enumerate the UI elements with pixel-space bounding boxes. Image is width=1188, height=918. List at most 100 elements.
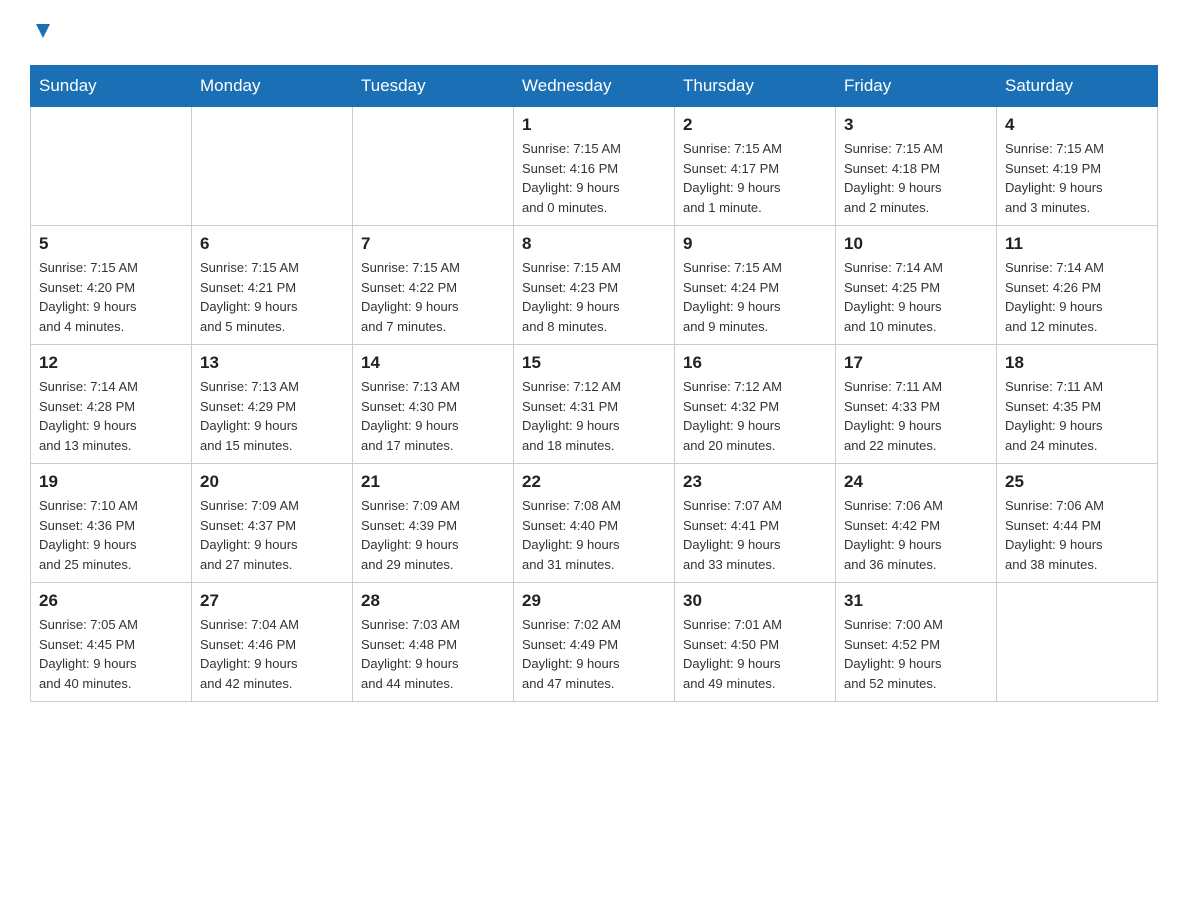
calendar-day-21: 21Sunrise: 7:09 AM Sunset: 4:39 PM Dayli… [353,464,514,583]
day-number: 19 [39,472,183,492]
calendar-week-2: 5Sunrise: 7:15 AM Sunset: 4:20 PM Daylig… [31,226,1158,345]
day-info: Sunrise: 7:09 AM Sunset: 4:37 PM Dayligh… [200,496,344,574]
day-info: Sunrise: 7:15 AM Sunset: 4:23 PM Dayligh… [522,258,666,336]
day-number: 11 [1005,234,1149,254]
day-info: Sunrise: 7:15 AM Sunset: 4:17 PM Dayligh… [683,139,827,217]
calendar-empty-cell [31,107,192,226]
day-number: 21 [361,472,505,492]
calendar-day-3: 3 Sunrise: 7:15 AM Sunset: 4:18 PM Daylig… [836,107,997,226]
day-number: 17 [844,353,988,373]
day-number: 14 [361,353,505,373]
day-info: Sunrise: 7:08 AM Sunset: 4:40 PM Dayligh… [522,496,666,574]
day-number: 2 [683,115,827,135]
calendar-day-30: 30Sunrise: 7:01 AM Sunset: 4:50 PM Dayli… [675,583,836,702]
day-info: Sunrise: 7:03 AM Sunset: 4:48 PM Dayligh… [361,615,505,693]
day-info: Sunrise: 7:15 AM Sunset: 4:18 PM Dayligh… [844,139,988,217]
day-info: Sunrise: 7:13 AM Sunset: 4:30 PM Dayligh… [361,377,505,455]
calendar-day-1: 1 Sunrise: 7:15 AM Sunset: 4:16 PM Daylig… [514,107,675,226]
calendar-header-tuesday: Tuesday [353,66,514,107]
day-number: 4 [1005,115,1149,135]
calendar-header-friday: Friday [836,66,997,107]
calendar-day-10: 10 Sunrise: 7:14 AM Sunset: 4:25 PM Dayli… [836,226,997,345]
day-number: 6 [200,234,344,254]
day-number: 24 [844,472,988,492]
calendar-header-row: SundayMondayTuesdayWednesdayThursdayFrid… [31,66,1158,107]
day-info: Sunrise: 7:14 AM Sunset: 4:28 PM Dayligh… [39,377,183,455]
calendar-week-3: 12Sunrise: 7:14 AM Sunset: 4:28 PM Dayli… [31,345,1158,464]
calendar-table: SundayMondayTuesdayWednesdayThursdayFrid… [30,65,1158,702]
day-info: Sunrise: 7:12 AM Sunset: 4:32 PM Dayligh… [683,377,827,455]
day-number: 18 [1005,353,1149,373]
calendar-day-31: 31Sunrise: 7:00 AM Sunset: 4:52 PM Dayli… [836,583,997,702]
day-info: Sunrise: 7:11 AM Sunset: 4:35 PM Dayligh… [1005,377,1149,455]
day-number: 28 [361,591,505,611]
calendar-header-sunday: Sunday [31,66,192,107]
calendar-day-24: 24 Sunrise: 7:06 AM Sunset: 4:42 PM Dayli… [836,464,997,583]
calendar-day-29: 29 Sunrise: 7:02 AM Sunset: 4:49 PM Dayli… [514,583,675,702]
day-number: 10 [844,234,988,254]
calendar-day-23: 23 Sunrise: 7:07 AM Sunset: 4:41 PM Dayli… [675,464,836,583]
day-info: Sunrise: 7:04 AM Sunset: 4:46 PM Dayligh… [200,615,344,693]
day-number: 1 [522,115,666,135]
calendar-empty-cell [997,583,1158,702]
calendar-day-18: 18 Sunrise: 7:11 AM Sunset: 4:35 PM Dayli… [997,345,1158,464]
day-info: Sunrise: 7:14 AM Sunset: 4:25 PM Dayligh… [844,258,988,336]
day-info: Sunrise: 7:15 AM Sunset: 4:19 PM Dayligh… [1005,139,1149,217]
logo [30,20,54,45]
calendar-day-20: 20 Sunrise: 7:09 AM Sunset: 4:37 PM Dayli… [192,464,353,583]
day-number: 22 [522,472,666,492]
day-number: 7 [361,234,505,254]
calendar-week-4: 19 Sunrise: 7:10 AM Sunset: 4:36 PM Dayli… [31,464,1158,583]
calendar-empty-cell [192,107,353,226]
day-info: Sunrise: 7:15 AM Sunset: 4:24 PM Dayligh… [683,258,827,336]
calendar-header-saturday: Saturday [997,66,1158,107]
day-number: 16 [683,353,827,373]
calendar-day-5: 5Sunrise: 7:15 AM Sunset: 4:20 PM Daylig… [31,226,192,345]
day-info: Sunrise: 7:06 AM Sunset: 4:42 PM Dayligh… [844,496,988,574]
calendar-day-13: 13 Sunrise: 7:13 AM Sunset: 4:29 PM Dayli… [192,345,353,464]
day-number: 13 [200,353,344,373]
calendar-header-thursday: Thursday [675,66,836,107]
calendar-header-monday: Monday [192,66,353,107]
day-info: Sunrise: 7:07 AM Sunset: 4:41 PM Dayligh… [683,496,827,574]
calendar-header-wednesday: Wednesday [514,66,675,107]
day-number: 15 [522,353,666,373]
day-number: 26 [39,591,183,611]
day-number: 23 [683,472,827,492]
calendar-day-4: 4 Sunrise: 7:15 AM Sunset: 4:19 PM Daylig… [997,107,1158,226]
calendar-day-26: 26 Sunrise: 7:05 AM Sunset: 4:45 PM Dayli… [31,583,192,702]
calendar-day-15: 15 Sunrise: 7:12 AM Sunset: 4:31 PM Dayli… [514,345,675,464]
calendar-day-27: 27 Sunrise: 7:04 AM Sunset: 4:46 PM Dayli… [192,583,353,702]
day-number: 30 [683,591,827,611]
day-info: Sunrise: 7:00 AM Sunset: 4:52 PM Dayligh… [844,615,988,693]
calendar-day-19: 19 Sunrise: 7:10 AM Sunset: 4:36 PM Dayli… [31,464,192,583]
calendar-week-1: 1 Sunrise: 7:15 AM Sunset: 4:16 PM Daylig… [31,107,1158,226]
day-number: 27 [200,591,344,611]
calendar-day-9: 9 Sunrise: 7:15 AM Sunset: 4:24 PM Daylig… [675,226,836,345]
logo-arrow-icon [32,20,54,47]
day-number: 3 [844,115,988,135]
day-number: 29 [522,591,666,611]
day-number: 25 [1005,472,1149,492]
day-info: Sunrise: 7:13 AM Sunset: 4:29 PM Dayligh… [200,377,344,455]
calendar-day-7: 7Sunrise: 7:15 AM Sunset: 4:22 PM Daylig… [353,226,514,345]
day-number: 9 [683,234,827,254]
day-info: Sunrise: 7:15 AM Sunset: 4:16 PM Dayligh… [522,139,666,217]
calendar-day-22: 22 Sunrise: 7:08 AM Sunset: 4:40 PM Dayli… [514,464,675,583]
day-info: Sunrise: 7:05 AM Sunset: 4:45 PM Dayligh… [39,615,183,693]
calendar-day-14: 14 Sunrise: 7:13 AM Sunset: 4:30 PM Dayli… [353,345,514,464]
day-info: Sunrise: 7:10 AM Sunset: 4:36 PM Dayligh… [39,496,183,574]
calendar-day-12: 12Sunrise: 7:14 AM Sunset: 4:28 PM Dayli… [31,345,192,464]
calendar-day-16: 16 Sunrise: 7:12 AM Sunset: 4:32 PM Dayli… [675,345,836,464]
day-info: Sunrise: 7:02 AM Sunset: 4:49 PM Dayligh… [522,615,666,693]
calendar-day-25: 25 Sunrise: 7:06 AM Sunset: 4:44 PM Dayli… [997,464,1158,583]
calendar-day-28: 28 Sunrise: 7:03 AM Sunset: 4:48 PM Dayli… [353,583,514,702]
calendar-day-2: 2 Sunrise: 7:15 AM Sunset: 4:17 PM Daylig… [675,107,836,226]
day-info: Sunrise: 7:12 AM Sunset: 4:31 PM Dayligh… [522,377,666,455]
page-header [30,20,1158,45]
calendar-day-6: 6 Sunrise: 7:15 AM Sunset: 4:21 PM Daylig… [192,226,353,345]
day-number: 20 [200,472,344,492]
day-info: Sunrise: 7:15 AM Sunset: 4:21 PM Dayligh… [200,258,344,336]
day-number: 8 [522,234,666,254]
day-info: Sunrise: 7:06 AM Sunset: 4:44 PM Dayligh… [1005,496,1149,574]
